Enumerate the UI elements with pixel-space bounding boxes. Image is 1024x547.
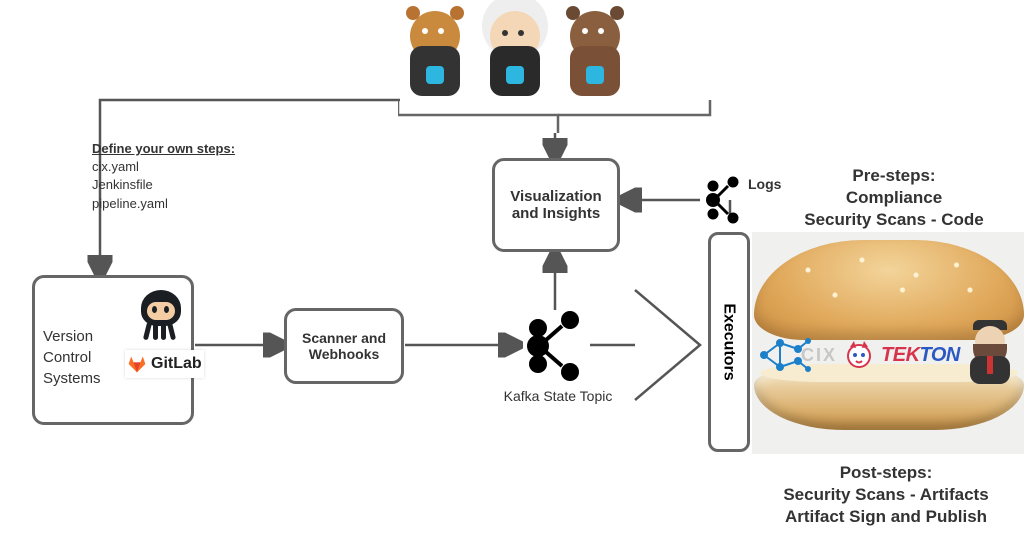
kafka-label: Kafka State Topic <box>498 388 618 404</box>
gitlab-label: GitLab <box>151 355 202 373</box>
jenkins-icon <box>966 320 1014 380</box>
tekton-label: TEKTON <box>881 344 960 367</box>
visualization-box-label: Visualization and Insights <box>503 188 609 222</box>
scanner-box-label: Scanner and Webhooks <box>295 330 393 362</box>
define-steps-text: Define your own steps: cix.yaml Jenkinsf… <box>92 140 235 213</box>
cix-network-icon <box>758 335 813 375</box>
gitlab-icon <box>127 354 147 374</box>
salesforce-mascots <box>400 6 630 96</box>
logs-kafka-icon <box>700 176 744 224</box>
executors-box: Executors <box>708 232 750 452</box>
vcs-box: Version Control Systems GitLab <box>32 275 194 425</box>
kafka-cluster-icon <box>518 308 590 384</box>
mascot-astro <box>560 6 630 96</box>
define-steps-item: Jenkinsfile <box>92 176 235 194</box>
define-steps-item: cix.yaml <box>92 158 235 176</box>
mascot-codey <box>400 6 470 96</box>
define-steps-item: pipeline.yaml <box>92 195 235 213</box>
scanner-box: Scanner and Webhooks <box>284 308 404 384</box>
pre-steps-text: Pre-steps: Compliance Security Scans - C… <box>768 165 1020 231</box>
visualization-box: Visualization and Insights <box>492 158 620 252</box>
mascot-einstein <box>480 6 550 96</box>
architecture-diagram: Define your own steps: cix.yaml Jenkinsf… <box>0 0 1024 547</box>
vcs-label: Version Control Systems <box>43 326 101 389</box>
github-octocat-icon <box>133 288 188 343</box>
gitlab-logo-block: GitLab <box>125 350 204 378</box>
executors-label: Executors <box>720 303 738 380</box>
executor-logos: CIX TEKTON <box>758 330 1014 380</box>
post-steps-text: Post-steps: Security Scans - Artifacts A… <box>748 462 1024 528</box>
define-steps-heading: Define your own steps: <box>92 140 235 158</box>
mascot-platform-bracket <box>398 95 718 140</box>
tekton-cat-icon <box>843 339 875 371</box>
